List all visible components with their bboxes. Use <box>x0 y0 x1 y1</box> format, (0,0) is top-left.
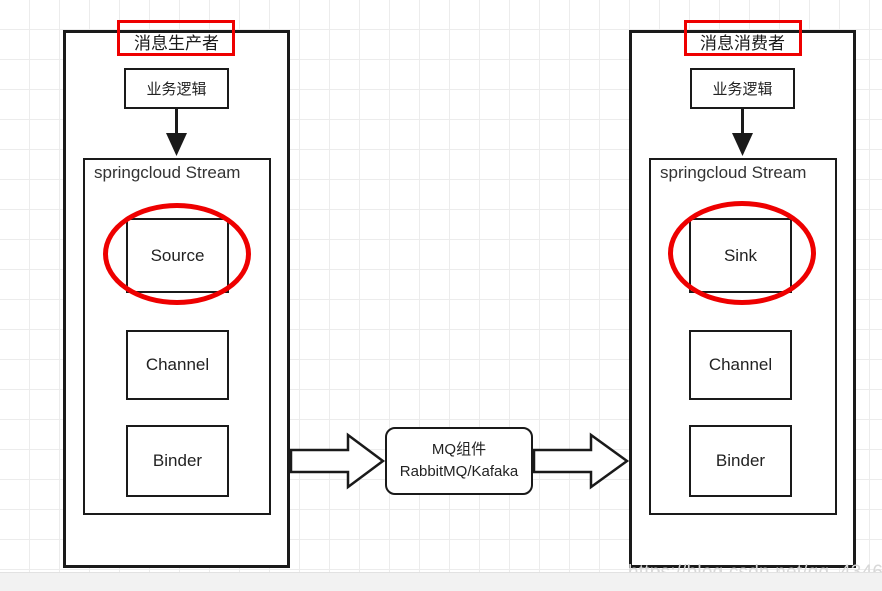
mq-line-1: MQ组件 <box>431 441 487 459</box>
consumer-node-channel[interactable]: Channel <box>689 330 792 400</box>
producer-business-logic-box[interactable]: 业务逻辑 <box>124 68 229 109</box>
mq-component-box[interactable]: MQ组件 RabbitMQ/Kafaka <box>385 427 533 495</box>
consumer-stream-label: springcloud Stream <box>660 163 807 182</box>
producer-node-binder[interactable]: Binder <box>126 425 229 497</box>
consumer-title-highlight <box>684 20 802 56</box>
consumer-business-logic-box[interactable]: 业务逻辑 <box>690 68 795 109</box>
consumer-node-sink[interactable]: Sink <box>689 218 792 293</box>
mq-line-2: RabbitMQ/Kafaka <box>399 463 519 480</box>
producer-node-channel[interactable]: Channel <box>126 330 229 400</box>
producer-stream-label: springcloud Stream <box>94 163 241 182</box>
bottom-page-strip <box>0 572 882 591</box>
producer-title-highlight <box>117 20 235 56</box>
consumer-node-binder[interactable]: Binder <box>689 425 792 497</box>
arrow-producer-to-mq <box>289 432 386 490</box>
arrow-mq-to-consumer <box>532 432 630 490</box>
diagram-canvas: 消息生产者 业务逻辑 springcloud Stream Source Cha… <box>0 0 882 591</box>
producer-node-source[interactable]: Source <box>126 218 229 293</box>
